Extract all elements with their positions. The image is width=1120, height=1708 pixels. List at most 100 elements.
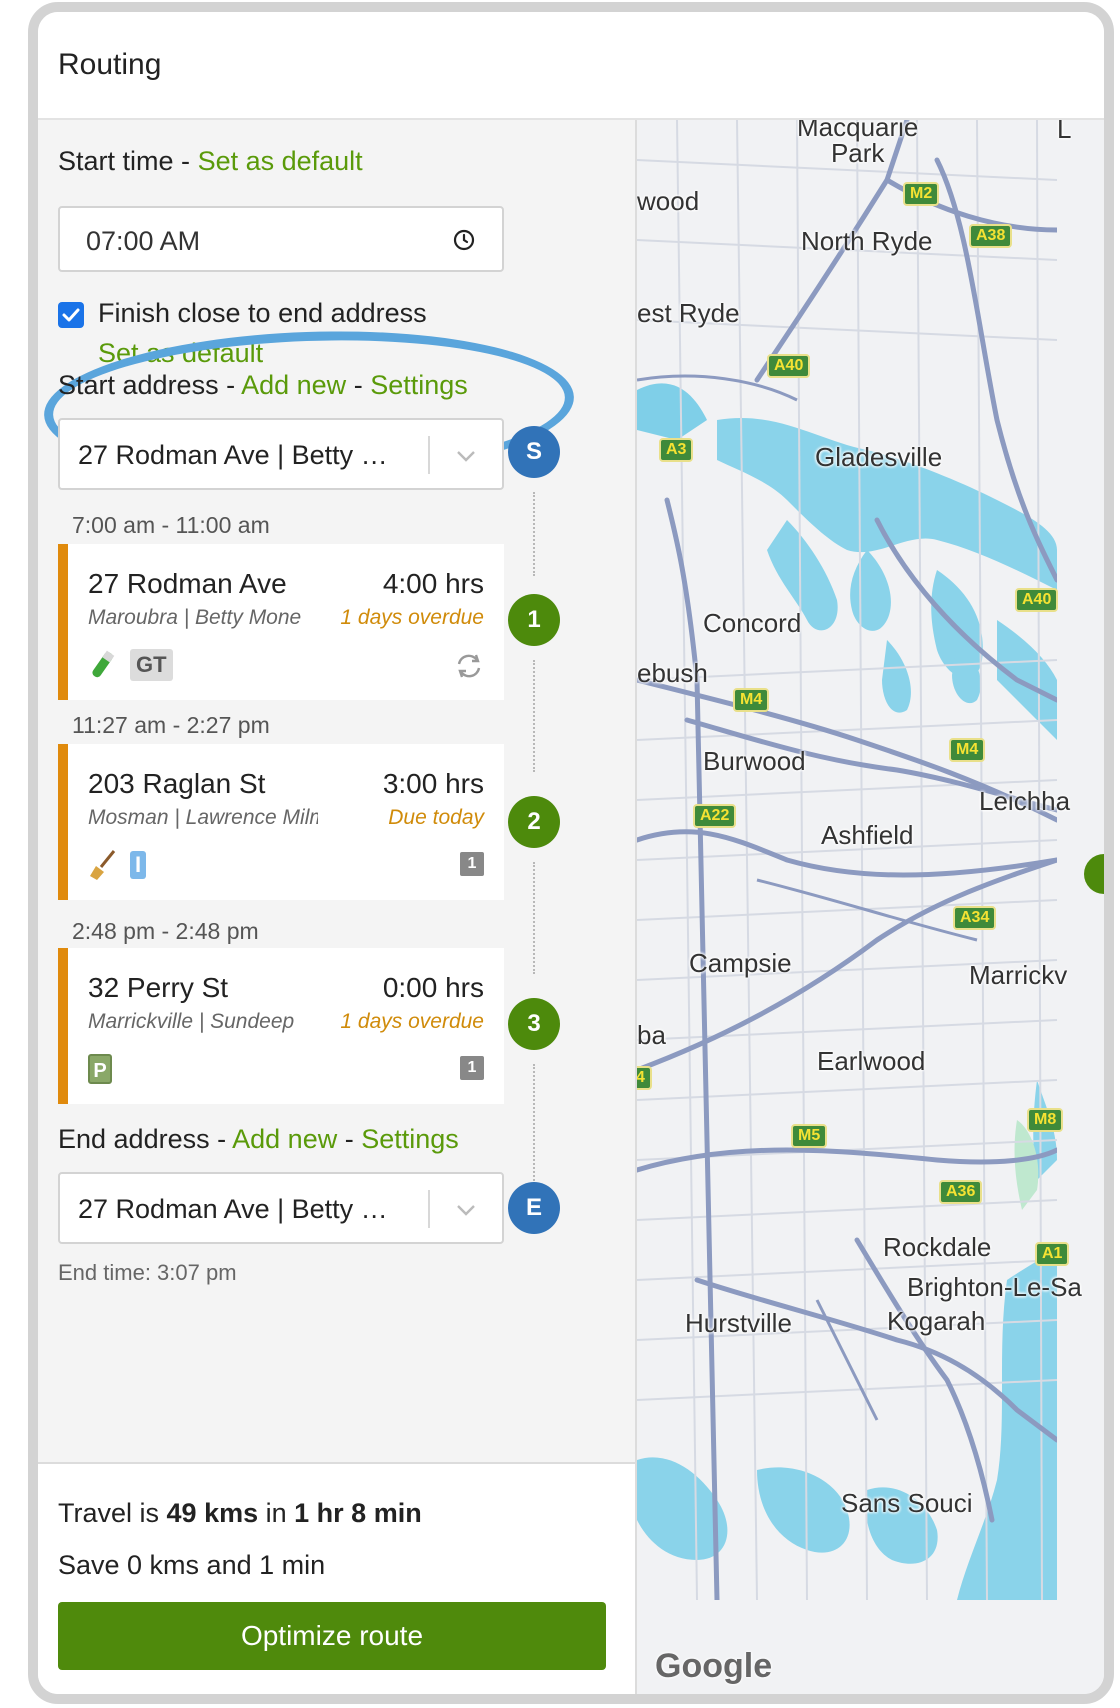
separator: - [344, 1124, 354, 1154]
stop-time-range: 2:48 pm - 2:48 pm [72, 918, 259, 944]
routing-panel: Start time - Set as default 07:00 AM Fin… [38, 120, 637, 1694]
map-place-label: Kogarah [887, 1306, 986, 1336]
separator: - [353, 370, 363, 400]
road-shield: A38 [969, 224, 1013, 248]
map-place-label: Brighton-Le-Sa [907, 1272, 1082, 1302]
stop-due-status: 1 days overdue [340, 1010, 484, 1033]
route-connector [533, 492, 535, 576]
map-place-label: Concord [703, 608, 802, 638]
stop-time-range: 7:00 am - 11:00 am [72, 512, 270, 538]
stop-pin[interactable]: 2 [508, 796, 560, 848]
stop-address: 27 Rodman Ave [88, 568, 287, 599]
map-place-label: Campsie [689, 948, 792, 978]
stop-tags: GT [88, 648, 173, 682]
title-bar: Routing [38, 12, 1104, 120]
end-address-select[interactable]: 27 Rodman Ave | Betty … [58, 1172, 504, 1244]
start-time-set-default-link[interactable]: Set as default [198, 146, 363, 176]
map-place-label: Gladesville [815, 442, 943, 472]
map-place-label: ebush [637, 658, 708, 688]
road-shield: M4 [733, 688, 770, 712]
road-shield: M4 [949, 738, 986, 762]
test-tube-icon [92, 650, 115, 678]
travel-duration: 1 hr 8 min [294, 1498, 422, 1528]
finish-set-default-link[interactable]: Set as default [98, 338, 263, 369]
clock-icon[interactable] [452, 228, 476, 252]
start-address-value: 27 Rodman Ave | Betty … [78, 440, 388, 470]
end-address-label: End address [58, 1124, 210, 1154]
route-summary: Travel is 49 kms in 1 hr 8 min Save 0 km… [38, 1462, 635, 1694]
stop-card[interactable]: 203 Raglan St 3:00 hrs Mosman | Lawrence… [58, 744, 504, 900]
end-address-settings-link[interactable]: Settings [361, 1124, 459, 1154]
start-address-label: Start address [58, 370, 219, 400]
stop-client: Maroubra | Betty Mone [88, 606, 302, 629]
start-address-add-new-link[interactable]: Add new [241, 370, 346, 400]
end-pin[interactable]: E [508, 1182, 560, 1234]
map-stop-marker[interactable] [1084, 854, 1104, 894]
start-pin[interactable]: S [508, 426, 560, 478]
stop-hours: 4:00 hrs [382, 568, 484, 599]
start-address-heading: Start address - Add new - Settings [58, 370, 468, 401]
chevron-down-icon[interactable] [454, 444, 478, 468]
stop-card[interactable]: 32 Perry St 0:00 hrs Marrickville | Sund… [58, 948, 504, 1104]
optimize-route-button[interactable]: Optimize route [58, 1602, 606, 1670]
stop-address: 32 Perry St [88, 972, 229, 1003]
savings-summary: Save 0 kms and 1 min [58, 1550, 326, 1580]
map-place-label: Sans Souci [841, 1488, 973, 1518]
map-place-label: est Ryde [637, 298, 740, 328]
road-shield: M2 [903, 182, 940, 206]
stop-pin[interactable]: 3 [508, 998, 560, 1050]
map-place-label: Marrickv [969, 960, 1068, 990]
stop-due-status: 1 days overdue [340, 606, 484, 629]
road-shield: A1 [1035, 1242, 1070, 1266]
stop-time-range: 11:27 am - 2:27 pm [72, 712, 270, 738]
chevron-down-icon[interactable] [454, 1198, 478, 1222]
route-connector [533, 1064, 535, 1184]
map-place-label: Earlwood [817, 1046, 926, 1076]
map-place-label: Hurstville [685, 1308, 792, 1338]
separator: - [226, 370, 236, 400]
tag-badge: I [130, 851, 146, 879]
map-place-label: Leichha [979, 786, 1071, 816]
map-canvas [637, 120, 1057, 1600]
end-address-add-new-link[interactable]: Add new [232, 1124, 337, 1154]
stop-client: Mosman | Lawrence Milman [88, 806, 318, 829]
stop-card[interactable]: 27 Rodman Ave 4:00 hrs Maroubra | Betty … [58, 544, 504, 700]
stop-tags: I [88, 848, 146, 882]
end-address-heading: End address - Add new - Settings [58, 1124, 459, 1155]
select-divider [428, 436, 430, 474]
map-place-label: Rockdale [883, 1232, 992, 1262]
map-place-label: Burwood [703, 746, 806, 776]
stop-hours: 0:00 hrs [382, 972, 484, 1003]
select-divider [428, 1190, 430, 1228]
count-badge: 1 [460, 1056, 484, 1080]
finish-close-label[interactable]: Finish close to end address [98, 298, 427, 329]
road-shield: A3 [659, 438, 694, 462]
google-logo: Google [655, 1647, 773, 1685]
recurring-icon[interactable] [454, 652, 484, 680]
map-place-label: Ashfield [821, 820, 914, 850]
road-shield: A22 [693, 804, 737, 828]
stop-address: 203 Raglan St [88, 768, 266, 799]
travel-distance: 49 kms [166, 1498, 259, 1528]
map-place-label: Macquarie Park [797, 120, 919, 168]
stop-pin[interactable]: 1 [508, 594, 560, 646]
end-address-value: 27 Rodman Ave | Betty … [78, 1194, 388, 1224]
route-connector [533, 660, 535, 772]
broom-icon [90, 850, 116, 880]
stop-tags: P [88, 1052, 112, 1086]
start-address-settings-link[interactable]: Settings [370, 370, 468, 400]
map-place-label: North Ryde [801, 226, 933, 256]
window-title: Routing [58, 48, 162, 81]
route-map[interactable]: Macquarie Park L wood North Ryde est Ryde… [637, 120, 1104, 1694]
road-shield: M8 [1027, 1108, 1064, 1132]
finish-close-checkbox[interactable] [58, 302, 84, 328]
road-shield: 4 [637, 1066, 652, 1090]
travel-in: in [265, 1498, 287, 1528]
road-shield: A34 [953, 906, 997, 930]
map-place-label: ba [637, 1020, 666, 1050]
route-connector [533, 862, 535, 974]
start-time-input[interactable]: 07:00 AM [58, 206, 504, 272]
parking-badge: P [88, 1054, 112, 1084]
start-address-select[interactable]: 27 Rodman Ave | Betty … [58, 418, 504, 490]
road-shield: M5 [791, 1124, 828, 1148]
